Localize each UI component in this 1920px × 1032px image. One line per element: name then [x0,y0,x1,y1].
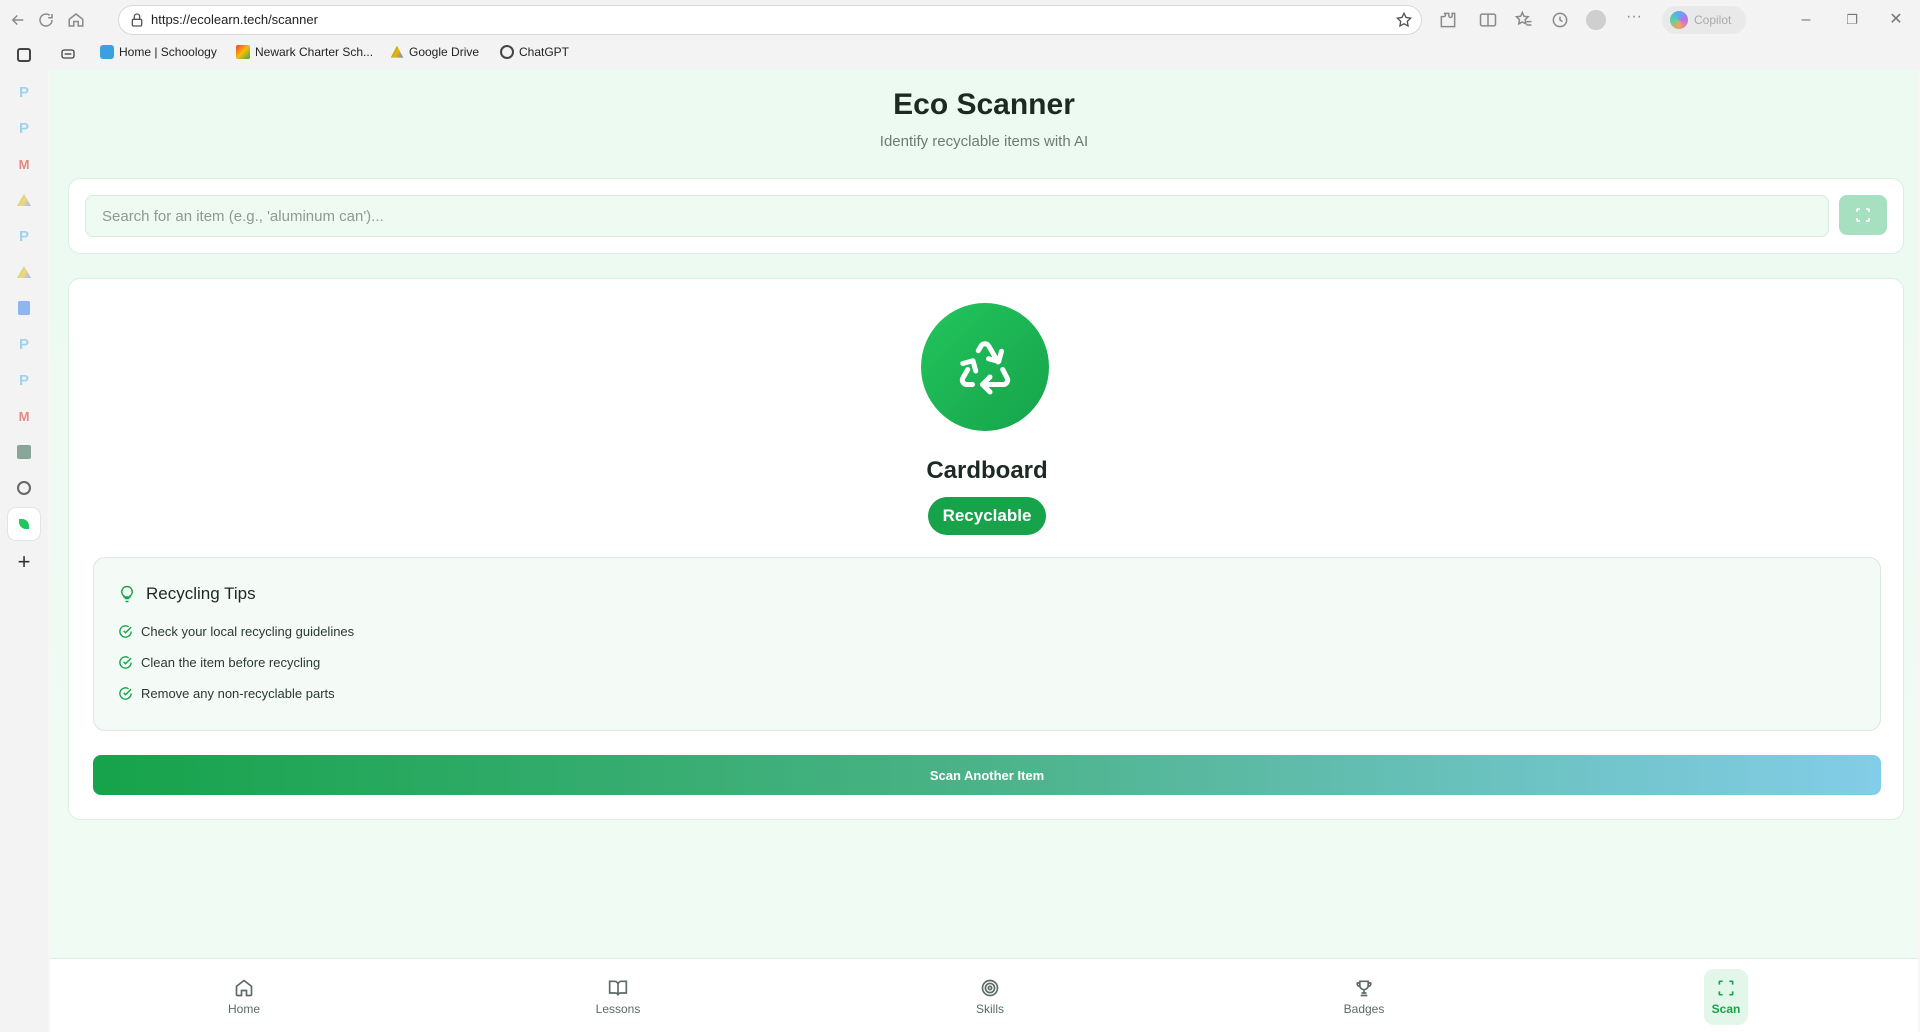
tab-actions-icon[interactable] [17,48,31,62]
lock-icon [131,13,143,27]
minimize-button[interactable]: – [1796,10,1816,30]
copilot-logo-icon [1670,11,1688,29]
home-icon [235,979,253,997]
restore-button[interactable]: ❐ [1842,10,1862,30]
tab-activity-icon[interactable] [14,442,34,462]
bookmark-chatgpt[interactable]: ChatGPT [500,45,569,59]
lightbulb-icon [121,585,133,603]
tab-gmail-2-icon[interactable]: M [14,406,34,426]
google-drive-icon [390,45,404,58]
tab-schoology-4-icon[interactable]: P [14,334,34,354]
bookmark-newark-charter[interactable]: Newark Charter Sch... [236,45,373,59]
nav-badges[interactable]: Badges [1334,969,1394,1025]
tab-schoology-1-icon[interactable]: P [14,82,34,102]
home-icon [68,13,84,27]
star-icon[interactable] [1395,11,1413,29]
tips-heading: Recycling Tips [146,584,256,603]
browser-chrome: https://ecolearn.tech/scanner ··· Copilo… [0,0,1920,70]
copilot-button[interactable]: Copilot [1662,6,1746,34]
chatgpt-icon [500,45,514,59]
url-text: https://ecolearn.tech/scanner [151,12,318,27]
status-badge: Recyclable [928,497,1046,535]
tip-item: Clean the item before recycling [118,655,320,670]
nav-home[interactable]: Home [214,969,274,1025]
recycle-icon [959,341,1011,395]
tips-header: Recycling Tips [118,584,256,604]
history-icon[interactable] [1550,10,1570,30]
home-button[interactable] [64,8,88,32]
page-subtitle: Identify recyclable items with AI [879,133,1089,150]
tab-schoology-3-icon[interactable]: P [14,226,34,246]
page-title: Eco Scanner [893,88,1075,121]
tip-item: Remove any non-recyclable parts [118,686,335,701]
scan-icon [1718,980,1734,996]
book-icon [608,980,628,996]
target-icon [981,979,999,997]
reading-list-icon[interactable] [60,46,76,62]
trophy-icon [1356,980,1372,997]
bottom-navigation: Home Lessons Skills Badges Scan [50,958,1918,1032]
tab-docs-icon[interactable] [14,298,34,318]
search-card [68,178,1904,254]
camera-scan-button[interactable] [1839,195,1887,235]
refresh-button[interactable] [34,8,58,32]
tab-gmail-1-icon[interactable]: M [14,154,34,174]
bookmarks-bar: Home | Schoology Newark Charter Sch... G… [0,42,1920,66]
close-window-button[interactable]: ✕ [1886,10,1906,30]
copilot-label: Copilot [1694,13,1732,27]
recycling-tips-panel: Recycling Tips Check your local recyclin… [93,557,1881,731]
address-bar[interactable]: https://ecolearn.tech/scanner [118,5,1422,35]
gmail-icon [236,45,250,59]
tab-github-icon[interactable] [14,478,34,498]
tab-ecolearn-icon[interactable] [8,508,40,540]
vertical-tabs-sidebar: P P M P P P M + [0,40,48,1032]
profile-avatar[interactable] [1586,10,1606,30]
scan-another-button[interactable]: Scan Another Item [93,755,1881,795]
tip-item: Check your local recycling guidelines [118,624,354,639]
check-circle-icon [119,656,132,669]
back-button[interactable] [6,8,30,32]
result-card: Cardboard Recyclable Recycling Tips Chec… [68,278,1904,820]
tab-drive-1-icon[interactable] [14,190,34,210]
tab-schoology-5-icon[interactable]: P [14,370,34,390]
schoology-icon [100,45,114,59]
favorites-icon[interactable] [1514,10,1534,30]
more-menu-icon[interactable]: ··· [1624,9,1644,30]
nav-scan[interactable]: Scan [1704,969,1748,1025]
scan-icon [1856,208,1870,222]
tab-schoology-2-icon[interactable]: P [14,118,34,138]
extensions-icon[interactable] [1438,10,1458,30]
check-circle-icon [119,625,132,638]
check-circle-icon [119,687,132,700]
browser-toolbar: https://ecolearn.tech/scanner ··· Copilo… [0,0,1920,40]
new-tab-icon[interactable]: + [14,549,34,574]
search-input[interactable] [85,195,1829,237]
tab-drive-2-icon[interactable] [14,262,34,282]
nav-skills[interactable]: Skills [960,969,1020,1025]
refresh-icon [39,13,53,27]
eco-scanner-page: Eco Scanner Identify recyclable items wi… [50,70,1918,1032]
bookmark-schoology[interactable]: Home | Schoology [100,45,217,59]
nav-lessons[interactable]: Lessons [588,969,648,1025]
bookmark-google-drive[interactable]: Google Drive [390,45,479,59]
split-screen-icon[interactable] [1478,10,1498,30]
arrow-left-icon [11,14,24,26]
result-icon-circle [921,303,1049,431]
item-name: Cardboard [926,457,1048,484]
